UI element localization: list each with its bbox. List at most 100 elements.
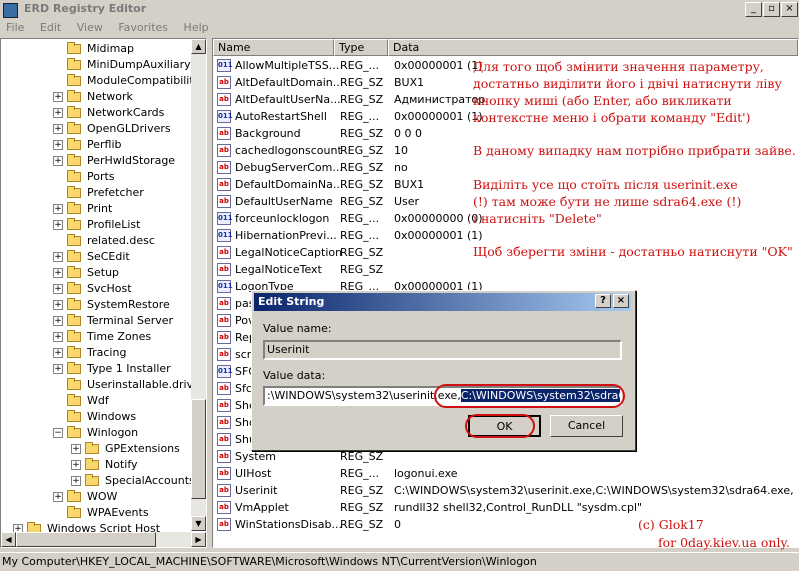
expand-icon[interactable]: +	[71, 476, 81, 486]
value-data: no	[394, 161, 408, 174]
registry-value-row[interactable]: ab Background REG_SZ 0 0 0	[213, 125, 798, 142]
expand-icon[interactable]: +	[53, 332, 63, 342]
column-header-type[interactable]: Type	[334, 39, 388, 56]
value-name: Userinit	[235, 484, 278, 497]
cancel-button[interactable]: Cancel	[550, 415, 623, 437]
title-bar: ERD Registry Editor _ ▫ ×	[0, 0, 799, 19]
value-data-label: Value data:	[263, 369, 326, 382]
expand-icon[interactable]: +	[53, 492, 63, 502]
folder-icon	[85, 474, 99, 486]
tree-horizontal-scrollbar[interactable]: ◀ ▶	[1, 532, 206, 547]
annotation-line: Виділіть усе що стоїть після userinit.ex…	[473, 177, 738, 192]
expand-icon[interactable]: +	[53, 268, 63, 278]
restore-button[interactable]: ▫	[763, 2, 780, 17]
registry-tree[interactable]: Midimap MiniDumpAuxiliaryDlls ModuleCompat…	[0, 38, 207, 548]
highlight-oval-ok	[465, 414, 535, 438]
expand-icon[interactable]: +	[53, 220, 63, 230]
value-name: LegalNoticeCaption	[235, 246, 343, 259]
registry-value-row[interactable]: ab LegalNoticeText REG_SZ	[213, 261, 798, 278]
tree-item-label: Winlogon	[87, 426, 139, 439]
expand-icon[interactable]: +	[53, 252, 63, 262]
scroll-left-button[interactable]: ◀	[1, 532, 16, 547]
scroll-down-button[interactable]: ▼	[191, 516, 206, 531]
expand-icon[interactable]: +	[71, 444, 81, 454]
tree-item-label: Ports	[87, 170, 115, 183]
tree-item-label: PerHwIdStorage	[87, 154, 176, 167]
value-name: VmApplet	[235, 501, 289, 514]
folder-icon	[67, 394, 81, 406]
menu-file[interactable]: File	[0, 19, 30, 34]
menu-favorites[interactable]: Favorites	[112, 19, 174, 34]
registry-value-row[interactable]: ab DebugServerCom... REG_SZ no	[213, 159, 798, 176]
value-name: WinStationsDisab...	[235, 518, 342, 531]
value-name: AltDefaultUserNa...	[235, 93, 341, 106]
minimize-button[interactable]: _	[745, 2, 762, 17]
collapse-icon[interactable]: −	[53, 428, 63, 438]
expand-icon[interactable]: +	[53, 300, 63, 310]
registry-value-row[interactable]: ab WinStationsDisab... REG_SZ 0	[213, 516, 798, 533]
string-value-icon: ab	[217, 263, 231, 276]
value-name: DebugServerCom...	[235, 161, 343, 174]
string-value-icon: ab	[217, 314, 231, 327]
column-header-data[interactable]: Data	[388, 39, 798, 56]
string-value-icon: ab	[217, 331, 231, 344]
expand-icon[interactable]: +	[53, 92, 63, 102]
registry-value-row[interactable]: ab VmApplet REG_SZ rundll32 shell32,Control…	[213, 499, 798, 516]
annotation-line: достатньо виділити його і двічі натиснут…	[473, 76, 782, 91]
registry-value-row[interactable]: 011 HibernationPrevi... REG_... 0x00000001 …	[213, 227, 798, 244]
value-name-label: Value name:	[263, 322, 332, 335]
tree-item-label: Userinstallable.drivers	[87, 378, 207, 391]
column-header-name[interactable]: Name	[213, 39, 334, 56]
annotation-line: контекстне меню і обрати команду "Edit')	[473, 110, 751, 125]
highlight-oval-selection	[434, 384, 625, 408]
folder-icon	[67, 74, 81, 86]
tree-item-label: Tracing	[87, 346, 127, 359]
dialog-title-bar: Edit String	[254, 293, 631, 311]
app-icon	[3, 3, 18, 18]
menu-help[interactable]: Help	[178, 19, 215, 34]
string-value-icon: ab	[217, 348, 231, 361]
expand-icon[interactable]: +	[53, 284, 63, 294]
expand-icon[interactable]: +	[53, 140, 63, 150]
registry-value-row[interactable]: ab UIHost REG_... logonui.exe	[213, 465, 798, 482]
close-button[interactable]: ×	[781, 2, 798, 17]
folder-icon	[67, 378, 81, 390]
registry-value-row[interactable]: ab Userinit REG_SZ C:\WINDOWS\system32\user…	[213, 482, 798, 499]
string-value-icon: ab	[217, 161, 231, 174]
scroll-right-button[interactable]: ▶	[191, 532, 206, 547]
hscroll-thumb[interactable]	[16, 532, 156, 547]
dialog-close-button[interactable]: ×	[613, 294, 629, 308]
annotation-line: кнопку миші (або Enter, або викликати	[473, 93, 732, 108]
expand-icon[interactable]: +	[53, 156, 63, 166]
expand-icon[interactable]: +	[53, 124, 63, 134]
expand-icon[interactable]: +	[53, 204, 63, 214]
value-type: REG_SZ	[340, 195, 384, 208]
expand-icon[interactable]: +	[53, 316, 63, 326]
expand-icon[interactable]: +	[53, 364, 63, 374]
value-type: REG_...	[340, 467, 380, 480]
binary-value-icon: 011	[217, 229, 233, 242]
window-title: ERD Registry Editor	[24, 2, 147, 15]
tree-item-label: Setup	[87, 266, 120, 279]
string-value-icon: ab	[217, 127, 231, 140]
annotation-line: Для того щоб змінити значення параметру,	[473, 59, 764, 74]
tree-vertical-scrollbar[interactable]: ▲ ▼	[191, 39, 206, 531]
annotation-line: (!) там може бути не лише sdra64.exe (!)	[473, 194, 742, 209]
dialog-help-button[interactable]: ?	[595, 294, 611, 308]
folder-icon	[67, 362, 81, 374]
binary-value-icon: 011	[217, 59, 233, 72]
expand-icon[interactable]: +	[53, 108, 63, 118]
folder-icon	[67, 90, 81, 102]
menu-edit[interactable]: Edit	[34, 19, 67, 34]
expand-icon[interactable]: +	[53, 348, 63, 358]
scroll-up-button[interactable]: ▲	[191, 39, 206, 54]
scroll-thumb[interactable]	[191, 399, 206, 499]
folder-icon	[67, 506, 81, 518]
expand-icon[interactable]: +	[71, 460, 81, 470]
value-type: REG_...	[340, 229, 380, 242]
string-value-icon: ab	[217, 246, 231, 259]
folder-icon	[67, 266, 81, 278]
value-data: C:\WINDOWS\system32\userinit.exe,C:\WIND…	[394, 484, 794, 497]
dialog-title: Edit String	[258, 295, 325, 308]
menu-view[interactable]: View	[71, 19, 109, 34]
